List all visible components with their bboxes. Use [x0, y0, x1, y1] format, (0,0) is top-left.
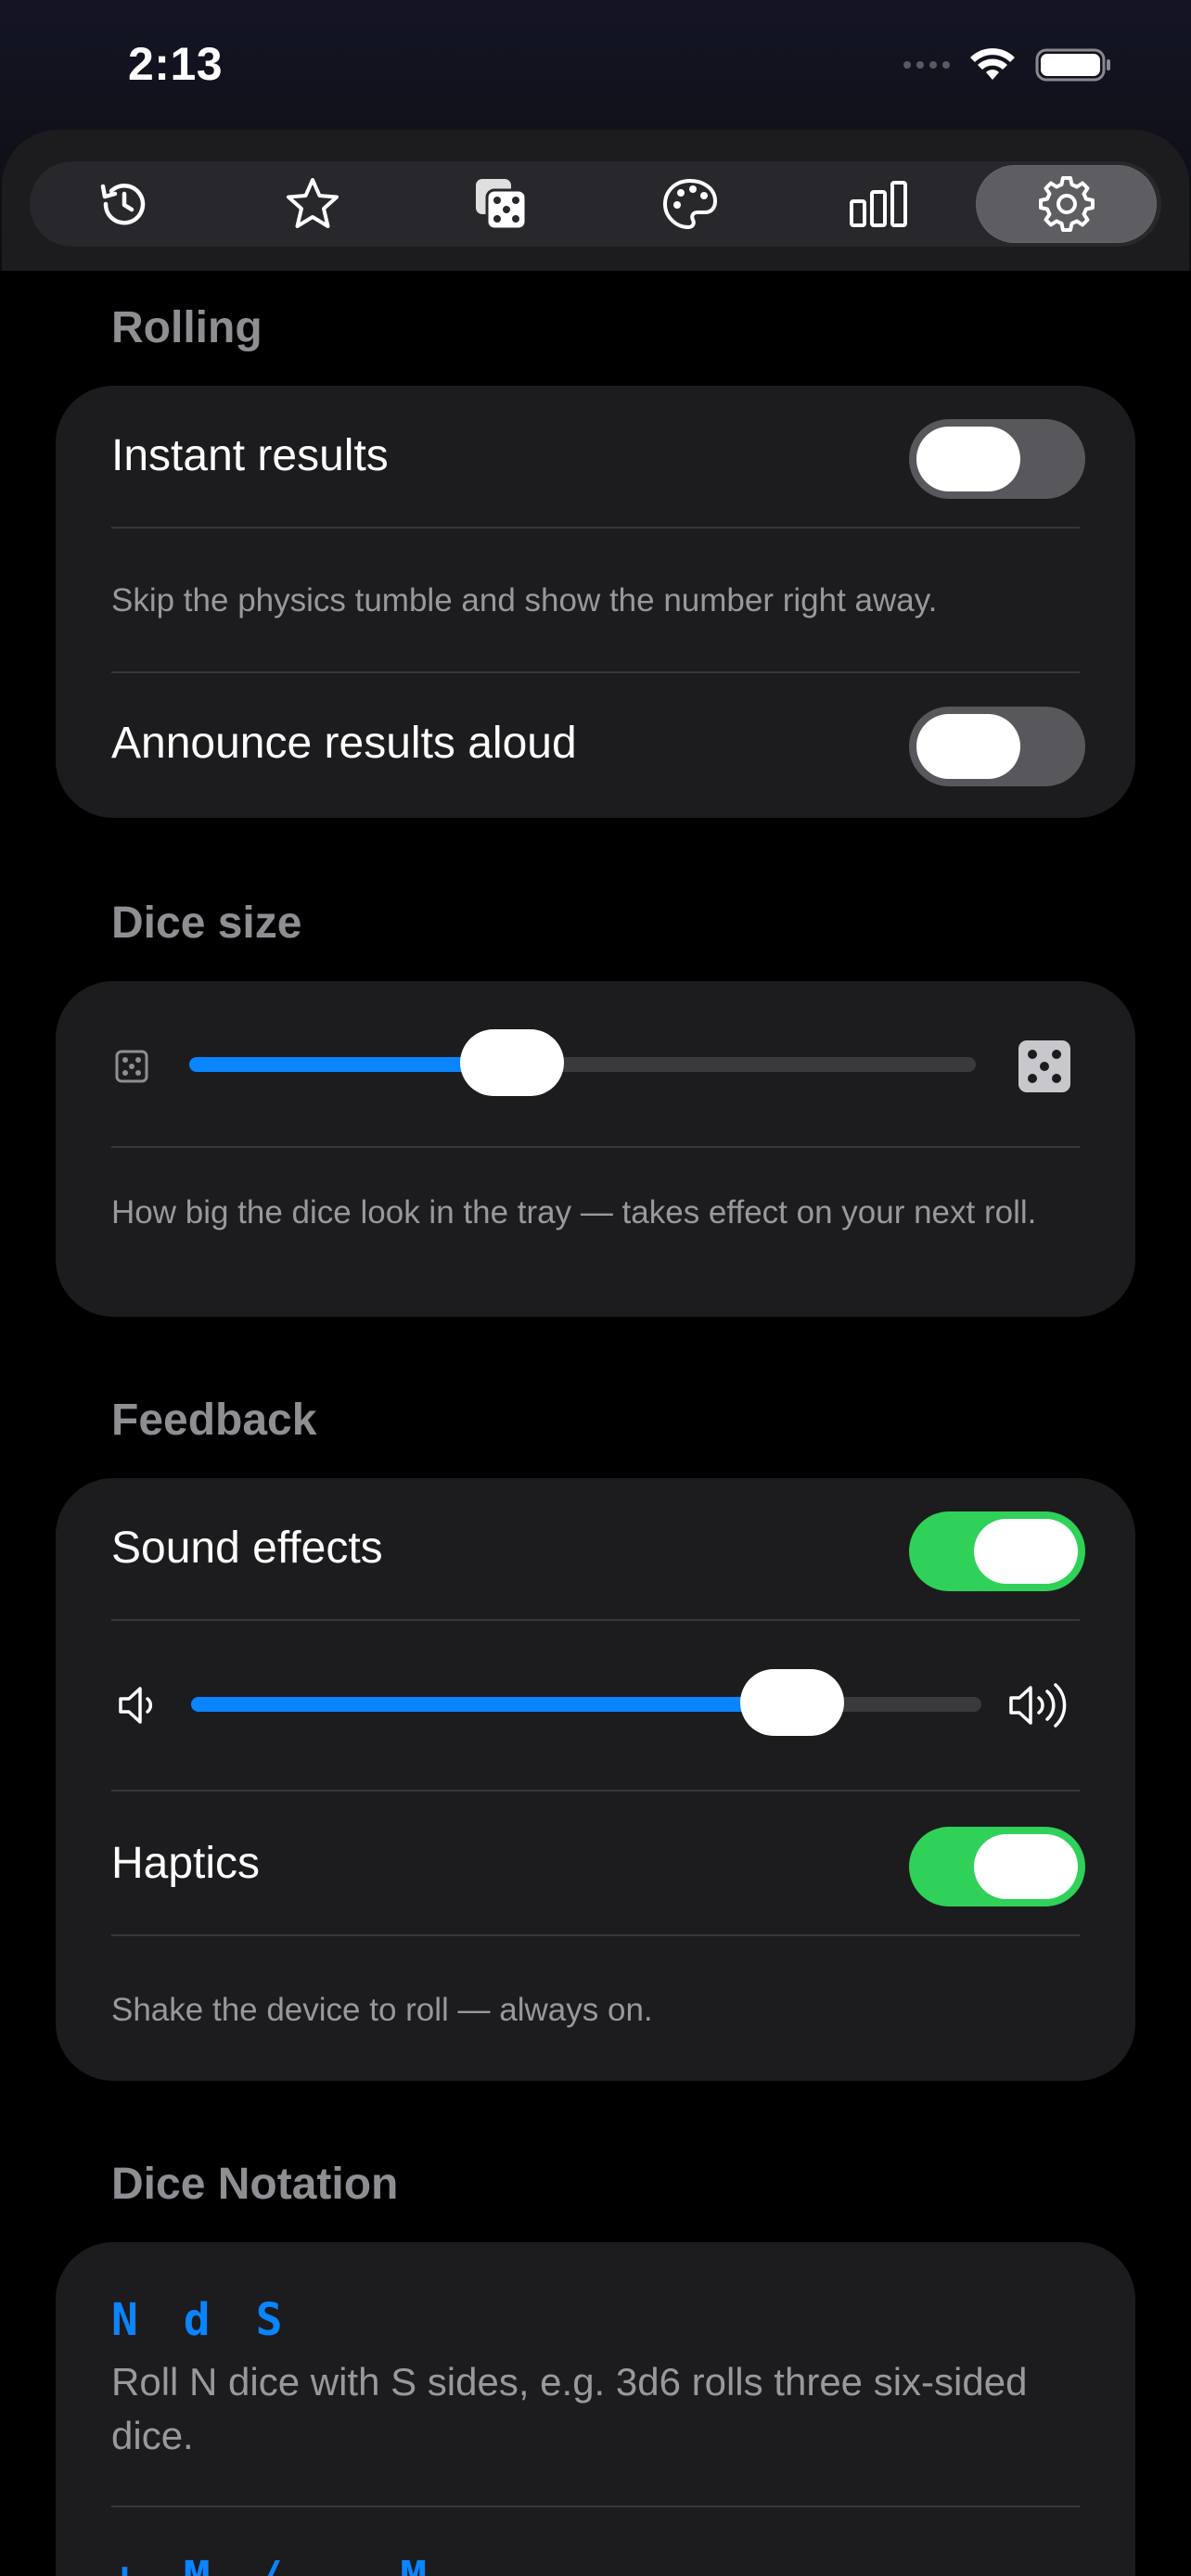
announce-results-toggle[interactable]	[909, 707, 1085, 786]
tab-settings[interactable]	[976, 165, 1158, 243]
section-title-rolling: Rolling	[111, 303, 263, 352]
notation-description: Roll N dice with S sides, e.g. 3d6 rolls…	[111, 2360, 1028, 2457]
instant-results-description: Skip the physics tumble and show the num…	[111, 582, 938, 618]
palette-icon	[662, 178, 717, 230]
tab-dice[interactable]	[407, 161, 596, 247]
dice-notation-card: N d S Roll N dice with S sides, e.g. 3d6…	[56, 2242, 1135, 2576]
large-dice-icon	[1018, 1040, 1070, 1092]
section-title-dice-notation: Dice Notation	[111, 2160, 399, 2209]
history-icon	[100, 184, 145, 225]
divider	[111, 1146, 1080, 1148]
divider	[111, 2506, 1080, 2507]
volume-slider-thumb[interactable]	[739, 1669, 844, 1736]
divider	[111, 671, 1080, 673]
tab-bar	[30, 161, 1161, 247]
sound-effects-label: Sound effects	[111, 1524, 383, 1573]
haptics-toggle[interactable]	[909, 1827, 1085, 1906]
dice-size-card: How big the dice look in the tray — take…	[56, 981, 1135, 1317]
tab-themes[interactable]	[596, 161, 784, 247]
cellular-signal-icon	[903, 61, 950, 69]
feedback-card: Sound effects Haptics Shake the device t…	[56, 1478, 1135, 2081]
status-icons	[903, 46, 1113, 83]
notation-syntax: N d S	[111, 2294, 292, 2346]
section-title-dice-size: Dice size	[111, 899, 302, 948]
small-dice-icon	[115, 1050, 148, 1083]
wifi-icon	[970, 48, 1015, 80]
rolling-card: Instant results Skip the physics tumble …	[56, 386, 1135, 818]
divider	[111, 1934, 1080, 1936]
status-time: 2:13	[128, 38, 224, 90]
divider	[111, 1790, 1080, 1792]
star-icon	[286, 178, 339, 228]
section-title-feedback: Feedback	[111, 1396, 317, 1445]
instant-results-toggle[interactable]	[909, 419, 1085, 499]
dice-icon	[476, 179, 528, 231]
sound-effects-toggle[interactable]	[909, 1511, 1085, 1591]
announce-results-label: Announce results aloud	[111, 719, 577, 768]
instant-results-label: Instant results	[111, 431, 389, 480]
stats-icon	[849, 181, 907, 227]
divider	[111, 527, 1080, 529]
volume-high-icon	[1009, 1683, 1067, 1728]
dice-size-description: How big the dice look in the tray — take…	[111, 1194, 1037, 1231]
haptics-label: Haptics	[111, 1839, 261, 1888]
tab-favorites[interactable]	[218, 161, 406, 247]
dice-size-slider-thumb[interactable]	[459, 1029, 564, 1096]
divider	[111, 1619, 1080, 1621]
dice-size-slider[interactable]	[189, 1029, 976, 1096]
notation-syntax: + M / − M	[111, 2552, 436, 2576]
tab-history[interactable]	[30, 161, 218, 247]
gear-icon	[1038, 176, 1095, 232]
settings-screen: 2:13 Rolling Instant results Skip the ph…	[0, 0, 1191, 2576]
tab-stats[interactable]	[784, 161, 972, 247]
volume-low-icon	[119, 1687, 153, 1724]
volume-slider[interactable]	[191, 1669, 981, 1736]
feedback-description: Shake the device to roll — always on.	[111, 1992, 653, 2028]
top-area: 2:13	[0, 0, 1191, 271]
volume-slider-fill	[191, 1697, 792, 1712]
battery-icon	[1035, 48, 1110, 82]
